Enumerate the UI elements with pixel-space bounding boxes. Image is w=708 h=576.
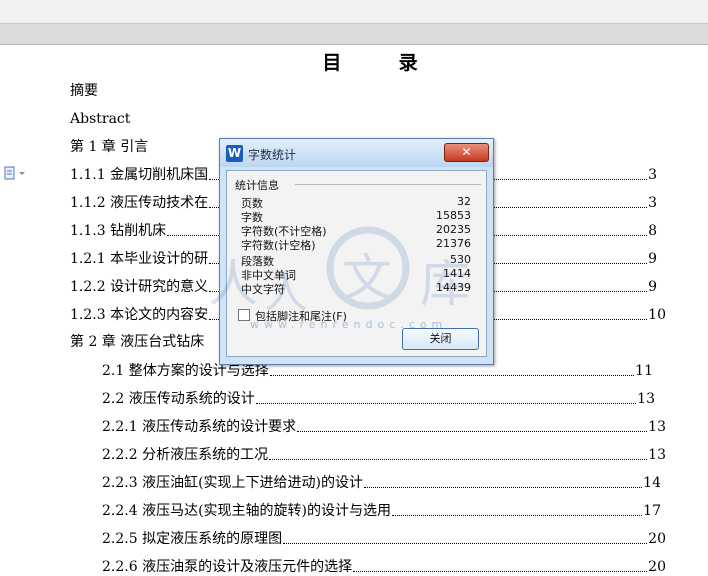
stat-value: 530 bbox=[450, 253, 471, 266]
close-dialog-button[interactable]: 关闭 bbox=[402, 328, 479, 350]
stat-row: 非中文单词 1414 bbox=[241, 267, 471, 282]
toc-entry[interactable]: 2.2.6 液压油泵的设计及液压元件的选择 20 bbox=[102, 558, 666, 576]
group-divider bbox=[295, 184, 481, 185]
dialog-titlebar[interactable]: W 字数统计 ✕ bbox=[220, 139, 493, 167]
toc-entry[interactable]: 2.2 液压传动系统的设计 13 bbox=[102, 390, 655, 408]
stat-value: 1414 bbox=[443, 267, 471, 280]
stat-row: 字符数(不计空格) 20235 bbox=[241, 223, 471, 238]
stat-row: 字符数(计空格) 21376 bbox=[241, 237, 471, 252]
stat-value: 32 bbox=[457, 195, 471, 208]
stat-row: 段落数 530 bbox=[241, 253, 471, 268]
toc-line-chapter-2: 第 2 章 液压台式钻床 bbox=[70, 334, 205, 350]
toc-line-chapter-1: 第 1 章 引言 bbox=[70, 139, 149, 155]
stat-value: 15853 bbox=[436, 209, 471, 222]
watermark-url: www.renrendoc.com bbox=[250, 318, 448, 331]
stat-row: 字数 15853 bbox=[241, 209, 471, 224]
toc-title: 目 录 bbox=[0, 48, 708, 75]
toc-entry[interactable]: 2.2.2 分析液压系统的工况 13 bbox=[102, 446, 666, 464]
stat-row: 中文字符 14439 bbox=[241, 281, 471, 296]
stat-label: 中文字符 bbox=[241, 283, 285, 296]
toc-line-abstract-en: Abstract bbox=[70, 111, 131, 127]
stats-group-label: 统计信息 bbox=[235, 179, 279, 192]
dialog-close-button[interactable]: ✕ bbox=[444, 143, 489, 162]
toc-entry[interactable]: 2.2.1 液压传动系统的设计要求 13 bbox=[102, 418, 666, 436]
toc-title-char-2: 录 bbox=[398, 52, 418, 74]
ruler-bar bbox=[0, 24, 708, 45]
stat-value: 21376 bbox=[436, 237, 471, 250]
stat-row: 页数 32 bbox=[241, 195, 471, 210]
wps-logo-icon: W bbox=[226, 145, 243, 162]
toc-entry[interactable]: 2.2.3 液压油缸(实现上下进给进动)的设计 14 bbox=[102, 474, 661, 492]
include-footnotes-checkbox[interactable] bbox=[238, 309, 250, 321]
toc-entry[interactable]: 2.2.5 拟定液压系统的原理图 20 bbox=[102, 530, 666, 548]
dialog-title: 字数统计 bbox=[248, 148, 297, 162]
stat-value: 20235 bbox=[436, 223, 471, 236]
document-icon[interactable] bbox=[4, 166, 26, 180]
toc-title-char-1: 目 bbox=[322, 52, 342, 74]
stat-value: 14439 bbox=[436, 281, 471, 294]
stat-label: 字符数(计空格) bbox=[241, 239, 316, 252]
toc-line-abstract-cn: 摘要 bbox=[70, 83, 98, 99]
toc-entry[interactable]: 2.2.4 液压马达(实现主轴的旋转)的设计与选用 17 bbox=[102, 502, 661, 520]
top-toolbar bbox=[0, 0, 708, 24]
